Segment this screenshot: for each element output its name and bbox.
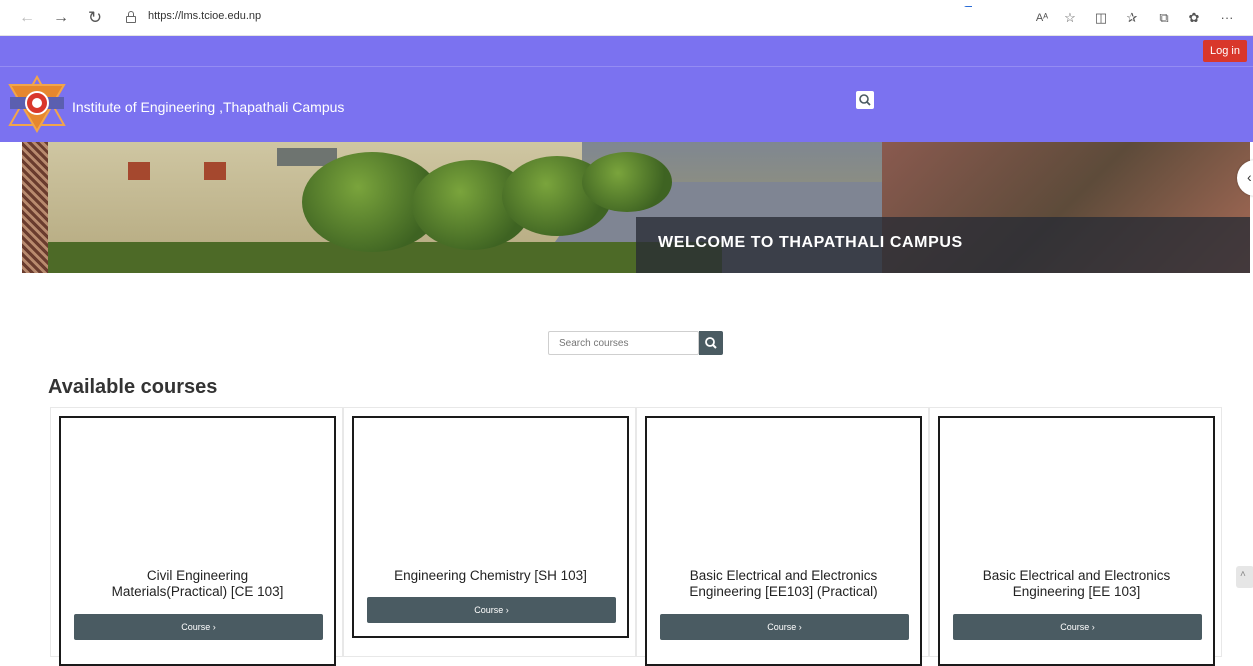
course-card-frame: Basic Electrical and Electronics Enginee… bbox=[645, 416, 922, 666]
banner-gate bbox=[22, 142, 48, 273]
extensions-icon[interactable]: ✿ bbox=[1186, 10, 1202, 26]
course-card-frame: Civil Engineering Materials(Practical) [… bbox=[59, 416, 336, 666]
site-title[interactable]: Institute of Engineering ,Thapathali Cam… bbox=[72, 99, 344, 115]
course-title[interactable]: Civil Engineering Materials(Practical) [… bbox=[75, 568, 320, 600]
favorite-icon[interactable]: ☆ bbox=[1062, 10, 1078, 26]
course-card-frame: Basic Electrical and Electronics Enginee… bbox=[938, 416, 1215, 666]
course-card: Basic Electrical and Electronics Enginee… bbox=[636, 407, 929, 666]
search-courses-input[interactable] bbox=[548, 331, 699, 355]
login-button[interactable]: Log in bbox=[1203, 40, 1247, 62]
banner-window bbox=[128, 162, 150, 180]
campus-logo[interactable] bbox=[8, 75, 66, 133]
banner-bush bbox=[582, 152, 672, 212]
course-card-frame: Engineering Chemistry [SH 103] Course › bbox=[352, 416, 629, 638]
course-button[interactable]: Course › bbox=[660, 614, 909, 640]
banner-caption-box: WELCOME TO THAPATHALI CAMPUS bbox=[636, 217, 1250, 273]
search-courses-button[interactable] bbox=[699, 331, 723, 355]
more-icon[interactable]: ··· bbox=[1219, 10, 1235, 26]
available-courses-heading: Available courses bbox=[48, 376, 218, 398]
favorites-icon[interactable]: ✰ bbox=[1124, 10, 1140, 26]
split-screen-icon[interactable]: ◫ bbox=[1093, 10, 1109, 26]
lock-icon[interactable] bbox=[126, 11, 136, 23]
course-title[interactable]: Engineering Chemistry [SH 103] bbox=[368, 568, 613, 584]
back-to-top-button[interactable]: ˄ bbox=[1236, 566, 1253, 588]
course-title[interactable]: Basic Electrical and Electronics Enginee… bbox=[954, 568, 1199, 600]
chevron-left-icon: ‹ bbox=[1247, 169, 1252, 185]
browser-toolbar: ← → ↻ https://lms.tcioe.edu.np Aᴬ ☆ ◫ ✰ … bbox=[0, 0, 1253, 36]
course-button[interactable]: Course › bbox=[367, 597, 616, 623]
course-card: Civil Engineering Materials(Practical) [… bbox=[50, 407, 343, 666]
address-bar[interactable]: https://lms.tcioe.edu.np bbox=[112, 5, 972, 31]
forward-icon[interactable]: → bbox=[52, 9, 70, 27]
course-title[interactable]: Basic Electrical and Electronics Enginee… bbox=[661, 568, 906, 600]
back-icon[interactable]: ← bbox=[18, 9, 36, 27]
collections-icon[interactable]: ⧉ bbox=[1156, 10, 1172, 26]
hero-banner: WELCOME TO THAPATHALI CAMPUS bbox=[22, 142, 1250, 273]
course-card: Engineering Chemistry [SH 103] Course › bbox=[343, 407, 636, 657]
course-card: Basic Electrical and Electronics Enginee… bbox=[929, 407, 1222, 666]
search-icon[interactable] bbox=[856, 91, 874, 109]
course-button[interactable]: Course › bbox=[953, 614, 1202, 640]
url-text[interactable]: https://lms.tcioe.edu.np bbox=[148, 10, 261, 22]
top-navbar: Log in bbox=[0, 36, 1253, 66]
read-aloud-icon[interactable]: Aᴬ bbox=[1034, 10, 1050, 26]
banner-caption: WELCOME TO THAPATHALI CAMPUS bbox=[658, 234, 963, 251]
chevron-up-icon: ˄ bbox=[1240, 569, 1246, 580]
course-button[interactable]: Course › bbox=[74, 614, 323, 640]
banner-window bbox=[204, 162, 226, 180]
site-header: Institute of Engineering ,Thapathali Cam… bbox=[0, 66, 1253, 142]
reload-icon[interactable]: ↻ bbox=[86, 9, 104, 27]
